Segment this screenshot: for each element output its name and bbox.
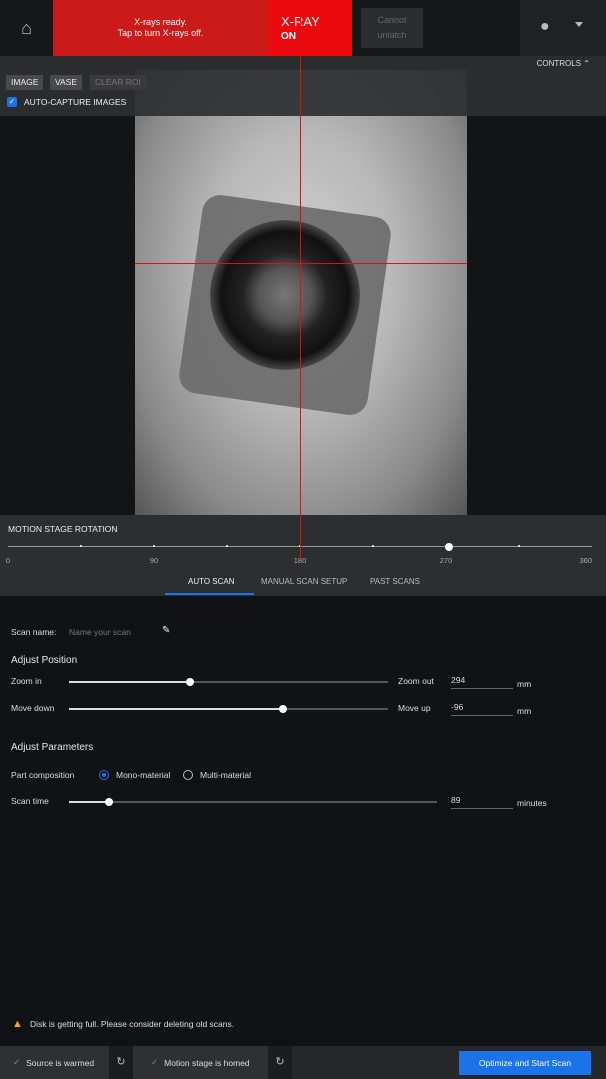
- check-icon: ✓: [13, 1057, 21, 1067]
- vase-button[interactable]: VASE: [50, 75, 83, 90]
- height-unit: mm: [517, 706, 532, 716]
- top-bar: ⌂ X-rays ready. Tap to turn X-rays off. …: [0, 0, 606, 56]
- clear-roi-button[interactable]: CLEAR ROI: [90, 75, 146, 90]
- active-tab-indicator: [165, 593, 254, 595]
- height-value-input[interactable]: -96: [451, 702, 513, 716]
- unlatch-line2: unlatch: [377, 30, 407, 40]
- chevron-up-icon: ⌃: [583, 59, 590, 68]
- scan-time-unit: minutes: [517, 798, 547, 808]
- auto-scan-panel: Scan name: Name your scan ✎ Adjust Posit…: [0, 596, 606, 1046]
- xray-viewer[interactable]: CONTROLS ⌃ IMAGE VASE CLEAR ROI ✓ AUTO-C…: [0, 56, 606, 515]
- xray-state: ON: [281, 31, 296, 42]
- xray-banner[interactable]: X-rays ready. Tap to turn X-rays off.: [53, 0, 268, 56]
- refresh-stage-icon[interactable]: ↻: [268, 1046, 292, 1079]
- banner-line1: X-rays ready.: [134, 17, 187, 27]
- tab-auto-scan[interactable]: AUTO SCAN: [188, 577, 235, 586]
- zoom-out-label: Zoom out: [398, 676, 434, 686]
- move-down-label: Move down: [11, 703, 55, 713]
- rotation-title: MOTION STAGE ROTATION: [8, 524, 118, 534]
- scan-time-label: Scan time: [11, 796, 49, 806]
- chevron-down-icon: [575, 22, 583, 27]
- xray-image: [135, 70, 467, 515]
- controls-label: CONTROLS: [536, 59, 582, 68]
- rotation-tick: [80, 545, 82, 547]
- rotation-slider-handle[interactable]: [445, 543, 454, 551]
- adjust-parameters-heading: Adjust Parameters: [11, 742, 94, 753]
- rotation-tick: [226, 545, 228, 547]
- part-composition-label: Part composition: [11, 770, 75, 780]
- scan-name-input[interactable]: Name your scan: [69, 627, 131, 637]
- banner-line2: Tap to turn X-rays off.: [117, 28, 204, 38]
- rotation-panel: MOTION STAGE ROTATION 0 90 180 270 360 A…: [0, 515, 606, 596]
- source-status-text: Source is warmed: [26, 1057, 95, 1068]
- adjust-position-heading: Adjust Position: [11, 655, 78, 666]
- image-button[interactable]: IMAGE: [6, 75, 44, 90]
- rotation-tick: [518, 545, 520, 547]
- auto-capture-label: AUTO-CAPTURE IMAGES: [24, 97, 127, 107]
- warning-icon: ▲: [12, 1018, 23, 1030]
- tick-label: 0: [5, 556, 11, 565]
- zoom-in-label: Zoom in: [11, 676, 42, 686]
- zoom-value-input[interactable]: 294: [451, 675, 513, 689]
- controls-toggle[interactable]: CONTROLS ⌃: [537, 59, 590, 68]
- status-bar: ✓ Source is warmed ↻ ✓ Motion stage is hom…: [0, 1046, 606, 1079]
- mono-material-radio[interactable]: [99, 770, 109, 780]
- height-slider-handle[interactable]: [278, 705, 287, 713]
- tick-label: 270: [439, 556, 453, 565]
- zoom-unit: mm: [517, 679, 532, 689]
- tick-label: 90: [149, 556, 159, 565]
- scan-name-label: Scan name:: [11, 627, 57, 637]
- optimize-start-scan-button[interactable]: Optimize and Start Scan: [459, 1051, 591, 1075]
- zoom-slider-handle[interactable]: [186, 678, 195, 686]
- scan-time-input[interactable]: 89: [451, 795, 513, 809]
- check-icon: ✓: [151, 1057, 159, 1067]
- height-slider[interactable]: [69, 705, 388, 713]
- scan-time-slider-handle[interactable]: [105, 798, 114, 806]
- move-up-label: Move up: [398, 703, 431, 713]
- xray-toggle[interactable]: X-RAY ON: [268, 0, 352, 56]
- disk-warning: Disk is getting full. Please consider de…: [30, 1019, 235, 1029]
- rotation-tick: [153, 545, 155, 547]
- crosshair-horizontal: [135, 263, 467, 264]
- multi-material-label: Multi-material: [200, 770, 252, 780]
- xray-title: X-RAY: [281, 14, 352, 29]
- tab-manual-scan-setup[interactable]: MANUAL SCAN SETUP: [261, 577, 347, 586]
- zoom-slider[interactable]: [69, 678, 388, 686]
- stage-status: ✓ Motion stage is homed: [133, 1046, 268, 1079]
- stage-status-text: Motion stage is homed: [164, 1057, 250, 1068]
- crosshair-vertical: [300, 14, 301, 559]
- unlatch-button[interactable]: Cannot unlatch: [361, 8, 423, 48]
- multi-material-radio[interactable]: [183, 770, 193, 780]
- refresh-source-icon[interactable]: ↻: [109, 1046, 133, 1079]
- scan-time-slider[interactable]: [69, 798, 437, 806]
- auto-capture-checkbox[interactable]: ✓: [7, 97, 17, 107]
- tick-label: 360: [579, 556, 592, 565]
- user-menu[interactable]: ●: [520, 0, 606, 56]
- tab-past-scans[interactable]: PAST SCANS: [370, 577, 420, 586]
- pencil-icon[interactable]: ✎: [162, 625, 170, 636]
- rotation-tick: [372, 545, 374, 547]
- controls-bar: CONTROLS ⌃ IMAGE VASE CLEAR ROI ✓ AUTO-C…: [0, 56, 606, 116]
- part-ring: [210, 220, 360, 370]
- mono-material-label: Mono-material: [116, 770, 171, 780]
- home-icon[interactable]: ⌂: [0, 0, 53, 56]
- user-icon: ●: [540, 18, 550, 35]
- source-status: ✓ Source is warmed: [0, 1046, 109, 1079]
- unlatch-line1: Cannot: [377, 15, 407, 25]
